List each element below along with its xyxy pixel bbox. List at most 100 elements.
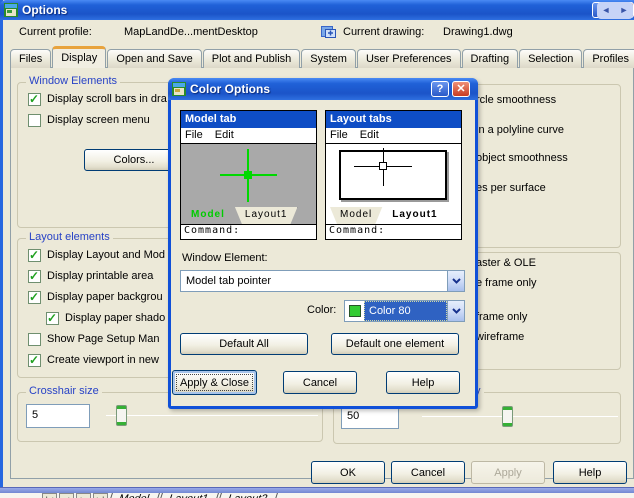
- help-button[interactable]: Help: [553, 461, 627, 484]
- checkbox-checked-icon[interactable]: [28, 248, 41, 262]
- tab-profiles[interactable]: Profiles: [583, 49, 634, 68]
- layout-canvas: [326, 144, 461, 207]
- checkbox-display-scroll-bars[interactable]: Display scroll bars in dra: [28, 92, 167, 106]
- checkbox-display-layout-tabs[interactable]: Display Layout and Mod: [28, 248, 165, 262]
- checkbox-unchecked-icon[interactable]: [28, 332, 41, 346]
- tab-open-and-save[interactable]: Open and Save: [107, 49, 202, 68]
- model-pane-command-line: Command:: [181, 225, 316, 239]
- checkbox-checked-icon[interactable]: [28, 92, 41, 106]
- current-profile-label: Current profile:: [19, 26, 92, 38]
- tab-plot-and-publish[interactable]: Plot and Publish: [202, 49, 301, 68]
- checkbox-unchecked-icon[interactable]: [28, 113, 41, 127]
- tab-files[interactable]: Files: [10, 49, 52, 68]
- model-tab-preview: Model tab File Edit Model Layout1 Comman…: [180, 110, 317, 240]
- layout-pane-menu: File Edit: [326, 128, 461, 144]
- polyline-curve-segments-label: in a polyline curve: [476, 124, 565, 136]
- first-tab-nav-icon[interactable]: |◀: [42, 493, 57, 498]
- edit-menu-label: Edit: [359, 129, 379, 141]
- options-titlebar: Options ? ✕: [0, 0, 634, 20]
- profile-bar: Current profile: MapLandDe...mentDesktop…: [3, 20, 634, 45]
- acad-tab-layout2[interactable]: Layout2: [217, 493, 279, 498]
- fading-intensity-slider[interactable]: [422, 406, 618, 427]
- layout-elements-group-label: Layout elements: [26, 231, 113, 243]
- checkbox-checked-icon[interactable]: [28, 290, 41, 304]
- default-one-element-button[interactable]: Default one element: [331, 333, 459, 355]
- tab-scroll-buttons: ◄ ►: [597, 2, 633, 19]
- cancel-button[interactable]: Cancel: [391, 461, 465, 484]
- layout-tabs-preview: Layout tabs File Edit Model Layout1 Comm…: [325, 110, 462, 240]
- ok-button[interactable]: OK: [311, 461, 385, 484]
- checkbox-display-screen-menu[interactable]: Display screen menu: [28, 113, 167, 127]
- checkbox-checked-icon[interactable]: [28, 353, 41, 367]
- color-combobox[interactable]: Color 80: [344, 300, 465, 322]
- acad-layout-tab-bar: |◀ ◀ ▶ ▶| Model Layout1 Layout2: [0, 493, 634, 498]
- tab-selection[interactable]: Selection: [519, 49, 583, 68]
- slider-track: [106, 415, 318, 416]
- contour-lines-per-surface-label: es per surface: [476, 182, 546, 194]
- next-tab-nav-icon[interactable]: ▶: [76, 493, 91, 498]
- dialog-close-button[interactable]: ✕: [452, 81, 470, 97]
- layout-pane-tabs: Model Layout1: [326, 207, 461, 225]
- slider-thumb[interactable]: [502, 406, 513, 427]
- color-label: Color:: [307, 304, 337, 316]
- drawing-file-icon: [321, 26, 336, 38]
- chevron-down-icon[interactable]: [447, 271, 464, 291]
- last-tab-nav-icon[interactable]: ▶|: [93, 493, 108, 498]
- crosshair-center-icon: [379, 162, 387, 170]
- acad-tab-model[interactable]: Model: [108, 493, 160, 498]
- checkbox-create-viewport[interactable]: Create viewport in new: [28, 353, 165, 367]
- dialog-help-button[interactable]: ?: [431, 81, 449, 97]
- chevron-down-icon[interactable]: [447, 301, 464, 321]
- checkbox-display-printable-area[interactable]: Display printable area: [28, 269, 165, 283]
- preview-tab-layout1: Layout1: [235, 207, 298, 224]
- window-elements-group-label: Window Elements: [26, 75, 121, 87]
- layout-pane-header: Layout tabs: [326, 111, 461, 128]
- checkbox-checked-icon[interactable]: [28, 269, 41, 283]
- tab-strip: Files Display Open and Save Plot and Pub…: [10, 46, 634, 68]
- window-element-label: Window Element:: [182, 252, 268, 264]
- color-options-title: Color Options: [190, 82, 270, 96]
- dialog-cancel-button[interactable]: Cancel: [283, 371, 357, 394]
- tab-scroll-right-icon[interactable]: ►: [620, 2, 629, 19]
- slider-thumb[interactable]: [116, 405, 127, 426]
- tab-system[interactable]: System: [301, 49, 356, 68]
- preview-tab-layout1: Layout1: [382, 207, 447, 224]
- pan-zoom-raster-ole-label: aster & OLE: [476, 257, 536, 269]
- rendered-object-smoothness-label: object smoothness: [476, 152, 568, 164]
- checkbox-show-page-setup-manager[interactable]: Show Page Setup Man: [28, 332, 165, 346]
- apply-button: Apply: [471, 461, 545, 484]
- crosshair-size-input[interactable]: 5: [26, 404, 90, 428]
- silhouettes-wireframe-label: wireframe: [476, 331, 525, 343]
- acad-tab-layout1[interactable]: Layout1: [158, 493, 220, 498]
- tab-drafting[interactable]: Drafting: [461, 49, 519, 68]
- color-swatch: [349, 305, 361, 317]
- checkbox-checked-icon[interactable]: [46, 311, 59, 325]
- current-drawing-value: Drawing1.dwg: [443, 26, 513, 38]
- checkbox-display-paper-background[interactable]: Display paper backgrou: [28, 290, 165, 304]
- preview-tab-model: Model: [181, 207, 235, 224]
- model-pane-tabs: Model Layout1: [181, 207, 316, 225]
- options-app-icon: [4, 3, 18, 17]
- model-pane-menu: File Edit: [181, 128, 316, 144]
- prev-tab-nav-icon[interactable]: ◀: [59, 493, 74, 498]
- highlight-raster-frame-label: e frame only: [476, 277, 537, 289]
- crosshair-center-icon: [244, 171, 252, 179]
- text-boundary-frame-label: frame only: [476, 311, 528, 323]
- window-title: Options: [22, 3, 68, 17]
- window-element-combobox[interactable]: Model tab pointer: [180, 270, 465, 292]
- checkbox-display-paper-shadow[interactable]: Display paper shado: [46, 311, 165, 325]
- file-menu-label: File: [330, 129, 348, 141]
- color-options-titlebar: Color Options ? ✕: [168, 78, 478, 100]
- default-all-button[interactable]: Default All: [180, 333, 308, 355]
- tab-user-preferences[interactable]: User Preferences: [356, 49, 461, 68]
- color-options-dialog: Color Options ? ✕ Model tab File Edit Mo…: [168, 78, 478, 409]
- model-canvas: [181, 144, 316, 207]
- current-profile-value: MapLandDe...mentDesktop: [124, 26, 258, 38]
- tab-display[interactable]: Display: [52, 46, 107, 68]
- current-drawing-label: Current drawing:: [343, 26, 425, 38]
- preview-tab-model: Model: [330, 207, 382, 224]
- tab-scroll-left-icon[interactable]: ◄: [602, 2, 611, 19]
- dialog-help-footer-button[interactable]: Help: [386, 371, 460, 394]
- apply-close-button[interactable]: Apply & Close: [172, 370, 257, 395]
- file-menu-label: File: [185, 129, 203, 141]
